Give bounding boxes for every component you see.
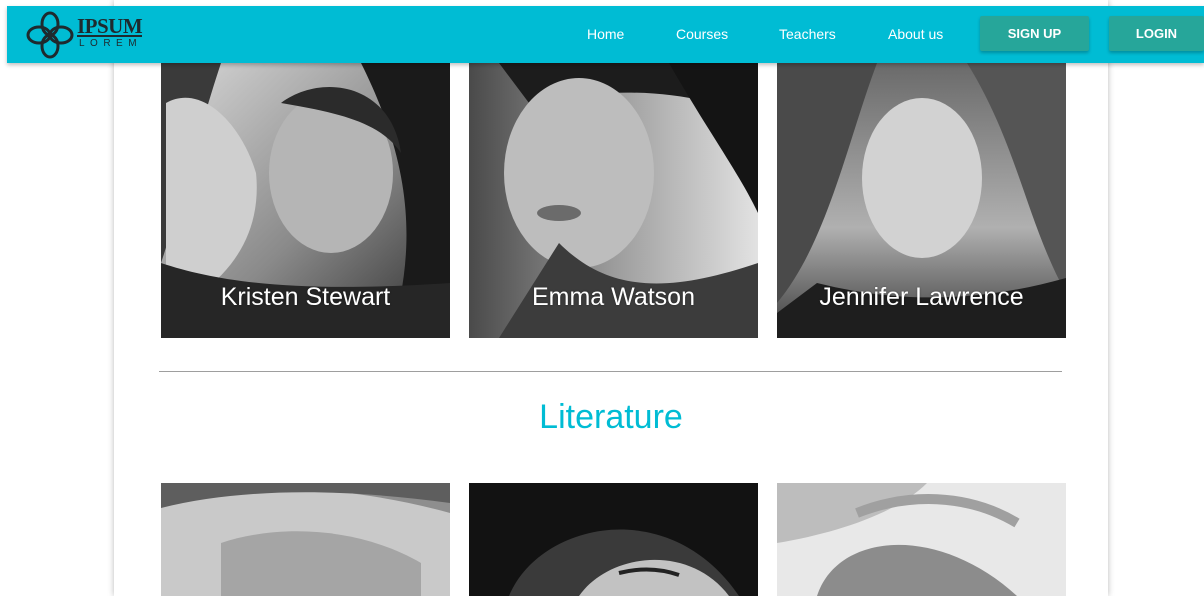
literature-card[interactable] <box>161 483 450 596</box>
teacher-card[interactable]: Emma Watson <box>469 63 758 338</box>
nav-link-teachers[interactable]: Teachers <box>779 26 836 42</box>
brand-logo[interactable]: IPSUM LOREM <box>25 10 185 60</box>
nav-link-courses[interactable]: Courses <box>676 26 728 42</box>
teacher-name: Kristen Stewart <box>220 283 391 311</box>
literature-card[interactable] <box>469 483 758 596</box>
teacher-name: Emma Watson <box>531 283 695 311</box>
brand-name: IPSUM <box>77 14 143 38</box>
literature-photo <box>469 483 758 596</box>
teacher-card[interactable]: Jennifer Lawrence <box>777 63 1066 338</box>
teacher-name: Jennifer Lawrence <box>819 283 1024 311</box>
teacher-card[interactable]: Kristen Stewart <box>161 63 450 338</box>
sign-up-button[interactable]: SIGN UP <box>980 16 1089 51</box>
flower-logo-icon <box>26 11 74 59</box>
content-card: Kristen Stewart Emma Watson Jennifer Law… <box>114 0 1108 596</box>
nav-link-about-us[interactable]: About us <box>888 26 943 42</box>
section-divider <box>159 371 1062 372</box>
literature-photo <box>777 483 1066 596</box>
nav-link-home[interactable]: Home <box>587 26 624 42</box>
brand-subtitle: LOREM <box>79 38 143 49</box>
top-navbar: IPSUM LOREM Home Courses Teachers About … <box>7 6 1204 63</box>
literature-title: Literature <box>539 398 683 436</box>
literature-photo <box>161 483 450 596</box>
literature-card[interactable] <box>777 483 1066 596</box>
login-button[interactable]: LOGIN <box>1109 16 1204 51</box>
